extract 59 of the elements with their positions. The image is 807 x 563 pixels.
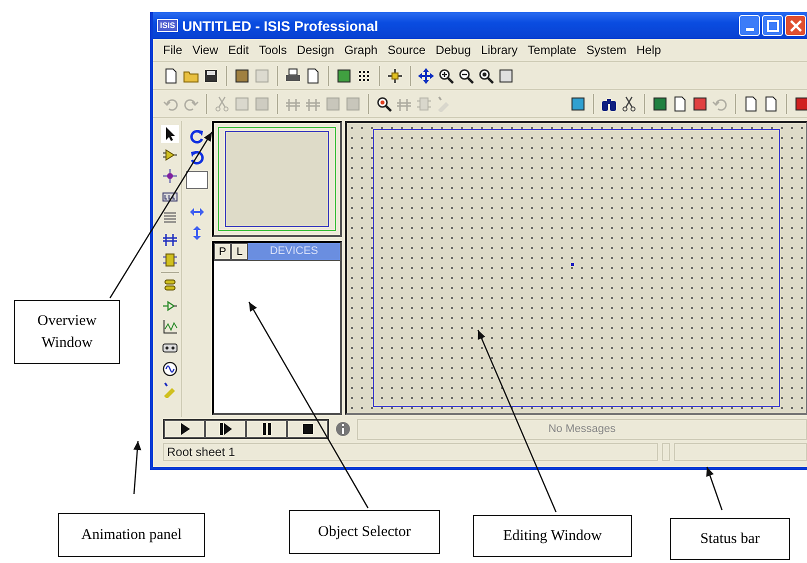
callout-label: Overview Window [14,300,120,364]
new-file-icon[interactable] [163,68,179,84]
crosshair-icon[interactable] [387,68,403,84]
info-icon [335,421,351,437]
menu-item[interactable]: Graph [340,43,384,57]
zoom-in-icon[interactable] [438,68,454,84]
angle-field[interactable] [186,171,208,189]
close-icon [790,20,802,32]
rotate-counterclockwise-icon[interactable] [189,150,205,166]
menu-item[interactable]: System [582,43,632,57]
step-button[interactable] [205,420,246,438]
window-title: UNTITLED - ISIS Professional [182,18,380,34]
callout-label: Status bar [670,518,790,560]
menu-item[interactable]: Library [476,43,524,57]
minimize-icon [746,28,754,31]
selector-tab[interactable]: L [231,243,248,260]
menu-item[interactable]: Help [632,43,668,57]
selector-tab[interactable]: P [214,243,231,260]
junction-dot-icon[interactable] [161,167,179,185]
menu-item[interactable]: Edit [224,43,255,57]
close-button[interactable] [785,15,806,36]
status-pane [662,443,670,461]
zoom-out-icon[interactable] [458,68,474,84]
editing-canvas[interactable] [345,121,807,415]
stop-button[interactable] [287,420,328,438]
menu-item[interactable]: File [159,43,188,57]
step-icon [218,421,234,437]
add-sheet-icon[interactable] [672,96,688,112]
generator-icon[interactable] [161,360,179,378]
menu-item[interactable]: Source [384,43,432,57]
subcircuit-icon[interactable] [161,251,179,269]
menu-item[interactable]: Design [292,43,340,57]
maximize-button[interactable] [762,15,783,36]
maximize-icon [766,20,778,32]
status-text: Root sheet 1 [167,445,236,459]
graph-icon[interactable] [161,318,179,336]
magnifier-icon[interactable] [376,96,392,112]
callout-label: Editing Window [473,515,632,557]
pointer-icon[interactable] [161,125,179,143]
callout-arrow [706,466,723,510]
play-button[interactable] [164,420,205,438]
callout-label: Object Selector [289,510,440,554]
menu-item[interactable]: View [188,43,224,57]
callout-label: Animation panel [58,513,205,557]
callout-arrow [133,440,142,494]
menu-item[interactable]: Debug [432,43,477,57]
save-icon[interactable] [203,68,219,84]
minimize-button[interactable] [739,15,760,36]
pause-button[interactable] [246,420,287,438]
app-badge: ISIS [157,19,178,32]
menu-item[interactable]: Tools [254,43,293,57]
selector-header: DEVICES [248,243,340,260]
menu-item[interactable]: Template [524,43,582,57]
page-icon[interactable] [305,68,321,84]
zoom-all-icon[interactable] [478,68,494,84]
printer-icon[interactable] [285,68,301,84]
message-text: No Messages [548,423,616,435]
rotate-clockwise-icon[interactable] [189,129,205,145]
move-icon[interactable] [418,68,434,84]
